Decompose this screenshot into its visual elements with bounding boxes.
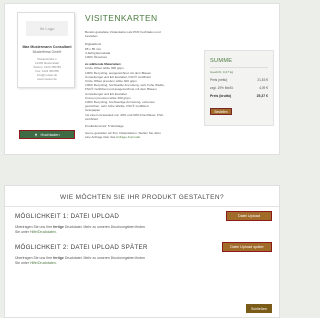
option1-text-mid: Druckdatei. Mehr zu unseren Druckvorgabe… [63, 225, 145, 229]
print-data-help-link[interactable]: Hilfe/Druckdaten [30, 261, 56, 265]
option1-text-line2: Sie unter Hilfe/Druckdaten. [15, 230, 211, 235]
design-option-dialog: WIE MÖCHTEN SIE IHR PRODUKT GESTALTEN? M… [4, 185, 280, 318]
card-company: Musterfirma GmbH [32, 50, 62, 54]
price-row-value: 21,53 € [257, 78, 268, 82]
special-request-prefix: eine Anfrage über das [85, 135, 116, 140]
price-row: zzgl. 19% MwSt. 4,09 € [210, 86, 268, 90]
option1-text-line2-pre: Sie unter [15, 230, 30, 234]
price-row: Preis (netto) 21,53 € [210, 78, 268, 82]
upload-icon [35, 132, 38, 136]
price-row-value: 25,37 € [256, 94, 268, 98]
order-button[interactable]: Bestellen [210, 108, 232, 115]
option2-text-line2-pre: Sie unter [15, 261, 30, 265]
option1-title: MÖGLICHKEIT 1: DATEI UPLOAD [15, 213, 120, 220]
option1-text-pre: Übertragen Sie uns Ihre [15, 225, 54, 229]
option2-text-bold: fertige [53, 256, 64, 260]
description-line: 100% Ökostrom [85, 55, 108, 60]
option2-text-line2-post: . [55, 261, 57, 265]
product-description: Bereits gestaltete Visitenkarten als PDF… [85, 30, 197, 140]
request-form-link[interactable]: Anfrage-Formular [116, 135, 140, 139]
option2-text: Übertragen Sie uns Ihre fertige Druckdat… [15, 256, 211, 266]
file-upload-button[interactable]: Datei Upload [226, 211, 272, 221]
option2-text-pre: Übertragen Sie uns Ihre [15, 256, 54, 260]
summary-title: SUMME [210, 58, 233, 64]
price-row-label: Preis (brutto) [210, 94, 232, 98]
file-upload-later-button[interactable]: Datei Upload später [222, 242, 272, 252]
price-row-value: 4,09 € [259, 86, 268, 90]
card-line: www.muster.de [37, 77, 57, 81]
dialog-title: WIE MÖCHTEN SIE IHR PRODUKT GESTALTEN? [60, 194, 224, 201]
option2-title: MÖGLICHKEIT 2: DATEI UPLOAD SPÄTER [15, 244, 148, 251]
option1-text: Übertragen Sie uns Ihre fertige Druckdat… [15, 225, 211, 235]
summary-box: SUMME Gewicht: 0,27 kg Preis (netto) 21,… [204, 50, 274, 126]
production-time: Produktionszeit: 5 Werktage [85, 124, 124, 129]
special-request-line2: eine Anfrage über das Anfrage-Formular. [85, 135, 197, 139]
business-card-preview: Ihr Logo Max Mustermann Consultant Muste… [17, 12, 75, 88]
summary-divider [210, 67, 268, 68]
card-name: Max Mustermann Consultant [22, 45, 72, 49]
special-request-suffix: . [140, 135, 141, 140]
option1-text-bold: fertige [53, 225, 64, 229]
upload-button[interactable]: Hochladen [19, 130, 75, 139]
card-logo-placeholder: Ihr Logo [26, 21, 68, 36]
close-button[interactable]: Schließen [246, 304, 272, 313]
price-row-label: Preis (netto) [210, 78, 228, 82]
weight-label: Gewicht: 0,27 kg [210, 70, 234, 74]
option2-text-line2: Sie unter Hilfe/Druckdaten. [15, 261, 211, 266]
price-row-label: zzgl. 19% MwSt. [210, 86, 234, 90]
product-panel: Ihr Logo Max Mustermann Consultant Muste… [4, 3, 280, 155]
option1-text-line2-post: . [55, 230, 57, 234]
upload-button-label: Hochladen [40, 132, 60, 137]
option2-text-mid: Druckdatei. Mehr zu unseren Druckvorgabe… [63, 256, 145, 260]
dialog-divider [5, 206, 279, 207]
print-data-help-link[interactable]: Hilfe/Druckdaten [30, 230, 56, 234]
product-title: VISITENKARTEN [85, 13, 158, 23]
price-row-total: Preis (brutto) 25,37 € [210, 94, 268, 98]
material-line: zertifiziert [85, 116, 99, 121]
